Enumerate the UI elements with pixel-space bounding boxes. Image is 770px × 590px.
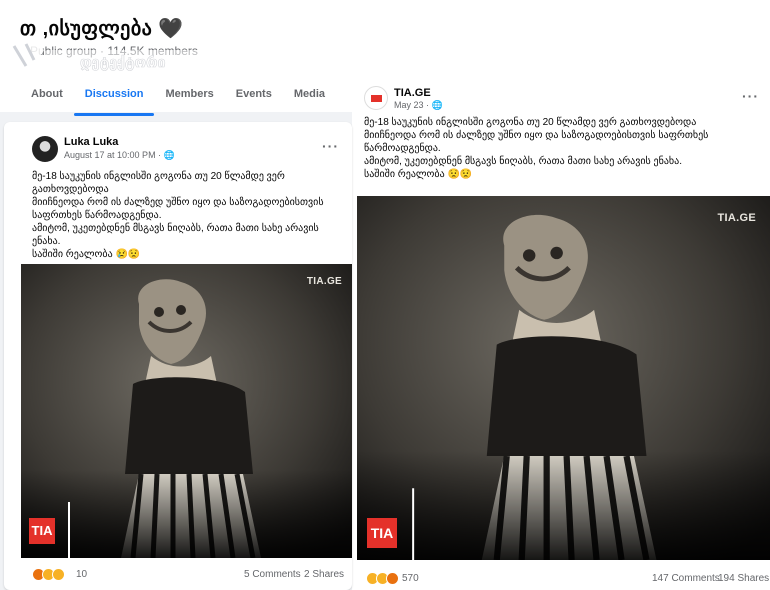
post-photo[interactable]: TIA.GE TIA [21,264,352,558]
post-line: მიიჩნეოდა რომ ის ძალზედ უშნო იყო და საზო… [32,197,324,221]
author-name[interactable]: Luka Luka [64,136,118,148]
post-line: ამიტომ, უკეთებდნენ მსგავს ნიღაბს, რათა მ… [32,223,319,247]
tab-media[interactable]: Media [283,82,336,112]
masked-woman-image [357,196,770,560]
post-line: ამიტომ, უკეთებდნენ მსგავს ნიღაბს, რათა მ… [364,156,683,167]
watermark-text: დეტექტორი [80,55,166,71]
detector-watermark: დეტექტორი [7,40,200,74]
post-line: მე-18 საუკუნის ინგლისში გოგონა თუ 20 წლა… [364,117,697,128]
more-options-icon[interactable]: ··· [322,138,339,154]
photo-watermark: TIA.GE [306,276,342,287]
more-options-icon[interactable]: ··· [742,88,759,104]
group-tabs: About Discussion Members Events Media [20,82,336,116]
photo-watermark: TIA.GE [717,212,756,224]
tia-badge: TIA [29,518,55,544]
reactions-icons[interactable] [32,568,65,581]
post-text: მე-18 საუკუნის ინგლისში გოგონა თუ 20 წლა… [32,170,337,261]
comments-count[interactable]: 5 Comments [244,569,301,580]
wow-reaction-icon [52,568,65,581]
shares-count[interactable]: 194 Shares [718,573,769,584]
tab-events[interactable]: Events [225,82,283,112]
comments-count[interactable]: 147 Comments [652,573,720,584]
shares-count[interactable]: 2 Shares [304,569,344,580]
reactions-count[interactable]: 10 [76,569,87,580]
post-text: მე-18 საუკუნის ინგლისში გოგონა თუ 20 წლა… [364,116,724,181]
group-header: თ ,ისუფლება 🖤 Public group · 114.5K memb… [0,0,352,116]
reactions-icons[interactable] [366,572,399,585]
author-name[interactable]: TIA.GE [394,87,431,99]
post-line: საშიში რეალობა 😟😟 [364,169,473,180]
post-line: საშიში რეალობა 😢😟 [32,249,141,260]
post-photo[interactable]: TIA.GE TIA [357,196,770,560]
group-page: თ ,ისუფლება 🖤 Public group · 114.5K memb… [0,0,352,590]
post-meta[interactable]: May 23 · 🌐 [394,100,443,111]
reactions-count[interactable]: 570 [402,573,419,584]
tia-badge: TIA [367,518,397,548]
angry-reaction-icon [386,572,399,585]
masked-woman-image [21,264,352,558]
page-post-card: TIA.GE May 23 · 🌐 ··· მე-18 საუკუნის ინგ… [354,78,770,590]
post-card: Luka Luka August 17 at 10:00 PM · 🌐 ··· … [4,122,352,590]
post-line: მიიჩნეოდა რომ ის ძალზედ უშნო იყო და საზო… [364,130,709,154]
post-meta[interactable]: August 17 at 10:00 PM · 🌐 [64,150,175,161]
tab-about[interactable]: About [20,82,74,112]
post-line: მე-18 საუკუნის ინგლისში გოგონა თუ 20 წლა… [32,171,285,195]
tab-discussion[interactable]: Discussion [73,82,155,116]
tia-page-logo[interactable] [364,86,388,110]
avatar[interactable] [32,136,58,162]
tab-members[interactable]: Members [154,82,224,112]
